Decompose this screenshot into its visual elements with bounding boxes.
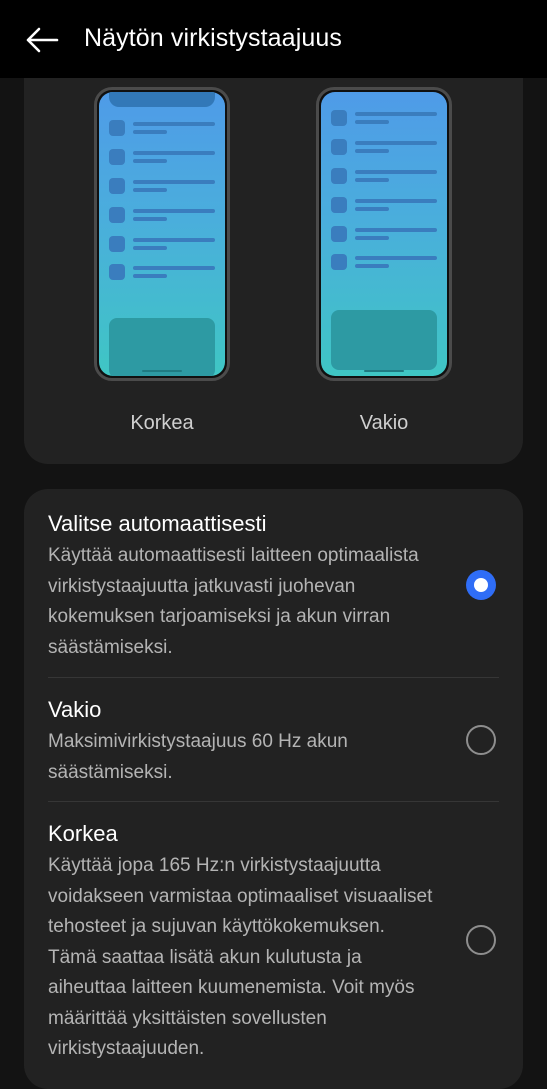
phone-preview-high[interactable] [94, 87, 230, 381]
option-title: Korkea [48, 821, 118, 846]
radio-auto[interactable] [466, 570, 496, 600]
phone-bottom-panel [331, 310, 437, 370]
list-item-placeholder [109, 236, 215, 256]
option-description: Käyttää automaattisesti laitteen optimaa… [48, 545, 419, 658]
option-standard[interactable]: Vakio Maksimivirkistystaajuus 60 Hz akun… [48, 695, 499, 788]
radio-high[interactable] [466, 925, 496, 955]
option-title: Vakio [48, 697, 102, 722]
arrow-left-icon [26, 27, 59, 53]
phone-bottom-panel [109, 318, 215, 376]
phone-preview-standard[interactable] [316, 87, 452, 381]
phone-home-bar [364, 370, 404, 372]
list-item-placeholder [331, 197, 437, 217]
phone-screen [321, 92, 447, 376]
list-item-placeholder [109, 178, 215, 198]
top-app-bar: Näytön virkistystaajuus [0, 0, 547, 78]
phone-label-high: Korkea [130, 412, 194, 434]
radio-standard[interactable] [466, 725, 496, 755]
phone-notch [109, 92, 215, 107]
option-high[interactable]: Korkea Käyttää jopa 165 Hz:n virkistysta… [48, 819, 499, 1065]
list-item-placeholder [331, 254, 437, 274]
refresh-rate-preview-card: Korkea Vakio [24, 78, 523, 464]
list-item-placeholder [109, 264, 215, 284]
page-title: Näytön virkistystaajuus [84, 24, 342, 52]
divider [48, 801, 499, 802]
option-description: Käyttää jopa 165 Hz:n virkistystaajuutta… [48, 855, 433, 1059]
option-title: Valitse automaattisesti [48, 511, 267, 536]
list-item-placeholder [331, 226, 437, 246]
list-item-placeholder [331, 110, 437, 130]
list-item-placeholder [331, 168, 437, 188]
list-item-placeholder [109, 120, 215, 140]
phone-home-bar [142, 370, 182, 372]
list-item-placeholder [109, 207, 215, 227]
refresh-rate-options-card: Valitse automaattisesti Käyttää automaat… [24, 489, 523, 1089]
option-description: Maksimivirkistystaajuus 60 Hz akun sääst… [48, 731, 348, 783]
list-item-placeholder [331, 139, 437, 159]
phone-screen [99, 92, 225, 376]
back-button[interactable] [24, 22, 60, 58]
option-auto[interactable]: Valitse automaattisesti Käyttää automaat… [48, 509, 499, 663]
phone-label-standard: Vakio [359, 412, 409, 434]
divider [48, 677, 499, 678]
list-item-placeholder [109, 149, 215, 169]
